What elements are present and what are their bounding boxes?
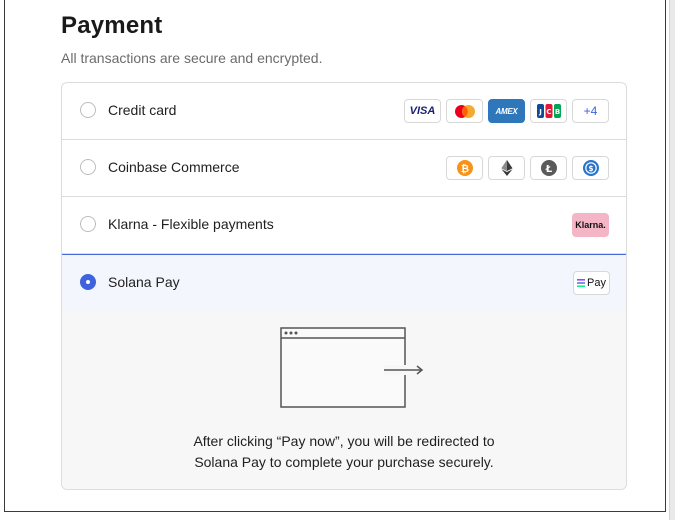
svg-text:$: $	[588, 164, 593, 173]
svg-text:J: J	[538, 108, 542, 116]
payment-methods-panel: Credit card VISA AMEX J C B +4 Coinbase …	[61, 82, 627, 490]
redirect-message-line-1: After clicking “Pay now”, you will be re…	[193, 433, 495, 449]
payment-option-label: Klarna - Flexible payments	[108, 216, 274, 232]
payment-option-label: Coinbase Commerce	[108, 159, 240, 175]
checkout-window: Payment All transactions are secure and …	[4, 0, 666, 512]
klarna-logo: Klarna.	[572, 213, 609, 237]
svg-text:Ł: Ł	[544, 164, 552, 175]
page-title: Payment	[61, 12, 163, 39]
litecoin-icon: Ł	[530, 156, 567, 180]
jcb-logo: J C B	[530, 99, 567, 123]
radio-credit-card[interactable]	[80, 102, 96, 118]
radio-solana-pay[interactable]	[80, 274, 96, 290]
payment-option-solana-pay[interactable]: Solana Pay Pay	[62, 254, 626, 312]
payment-option-coinbase-commerce[interactable]: Coinbase Commerce ₿ Ł $	[62, 140, 626, 197]
klarna-badges: Klarna.	[572, 213, 609, 237]
redirect-message-line-2: Solana Pay to complete your purchase sec…	[194, 454, 494, 470]
visa-logo: VISA	[404, 99, 441, 123]
ethereum-icon	[488, 156, 525, 180]
more-cards-badge: +4	[572, 99, 609, 123]
redirect-message: After clicking “Pay now”, you will be re…	[62, 431, 626, 473]
radio-coinbase-commerce[interactable]	[80, 159, 96, 175]
payment-option-credit-card[interactable]: Credit card VISA AMEX J C B +4	[62, 83, 626, 140]
payment-option-label: Credit card	[108, 102, 177, 118]
solana-pay-badges: Pay	[573, 271, 610, 295]
usdc-icon: $	[572, 156, 609, 180]
radio-klarna[interactable]	[80, 216, 96, 232]
payment-option-klarna[interactable]: Klarna - Flexible payments Klarna.	[62, 197, 626, 254]
browser-redirect-illustration	[280, 327, 424, 408]
window-edge	[669, 0, 675, 520]
bitcoin-icon: ₿	[446, 156, 483, 180]
redirect-details: After clicking “Pay now”, you will be re…	[62, 311, 626, 489]
svg-text:B: B	[554, 108, 559, 116]
svg-text:₿: ₿	[460, 163, 468, 175]
crypto-badges: ₿ Ł $	[446, 156, 609, 180]
mastercard-logo	[446, 99, 483, 123]
solana-icon	[577, 279, 586, 287]
amex-logo: AMEX	[488, 99, 525, 123]
svg-text:C: C	[546, 108, 551, 116]
payment-option-label: Solana Pay	[108, 274, 180, 290]
card-brand-badges: VISA AMEX J C B +4	[404, 99, 609, 123]
solana-pay-logo: Pay	[573, 271, 610, 295]
page-subtitle: All transactions are secure and encrypte…	[61, 50, 323, 66]
